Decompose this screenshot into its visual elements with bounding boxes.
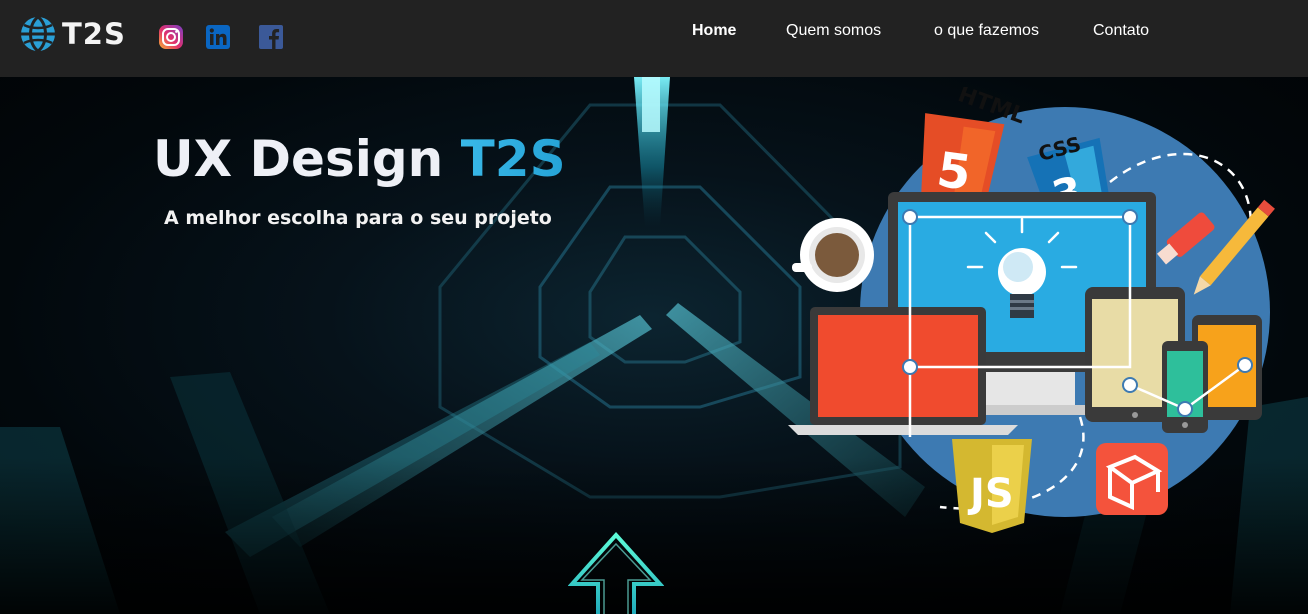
js-badge: JS	[952, 439, 1032, 533]
nav-o-que-fazemos[interactable]: o que fazemos	[934, 22, 1039, 40]
facebook-link[interactable]	[258, 24, 284, 50]
arrow-up-icon[interactable]	[568, 532, 664, 614]
nav-quem-somos[interactable]: Quem somos	[786, 22, 881, 40]
laptop	[788, 307, 1018, 435]
linkedin-icon	[206, 25, 230, 49]
hero-subtitle: A melhor escolha para o seu projeto	[164, 207, 552, 229]
instagram-icon	[159, 25, 183, 49]
facebook-icon	[259, 25, 283, 49]
globe-icon	[21, 16, 55, 52]
hero-title: UX Design T2S	[153, 127, 566, 191]
hero-section: UX Design T2S A melhor escolha para o se…	[0, 77, 1308, 614]
nav-home[interactable]: Home	[692, 22, 736, 40]
laravel-badge	[1096, 443, 1168, 515]
brand-name: T2S	[62, 17, 126, 51]
hero-title-main: UX Design	[153, 130, 461, 188]
instagram-link[interactable]	[158, 24, 184, 50]
brand-logo-link[interactable]: T2S	[20, 16, 126, 52]
green-phone	[1162, 341, 1208, 433]
nav-contato[interactable]: Contato	[1093, 22, 1149, 40]
hero-title-accent: T2S	[460, 130, 566, 188]
coffee-cup	[792, 218, 874, 292]
linkedin-link[interactable]	[205, 24, 231, 50]
ux-design-illustration: 5 HTML 3 CSS	[788, 87, 1275, 533]
navbar: T2S Home Quem somos o que fazemos Contat…	[0, 0, 1308, 77]
js-label: JS	[967, 471, 1014, 517]
